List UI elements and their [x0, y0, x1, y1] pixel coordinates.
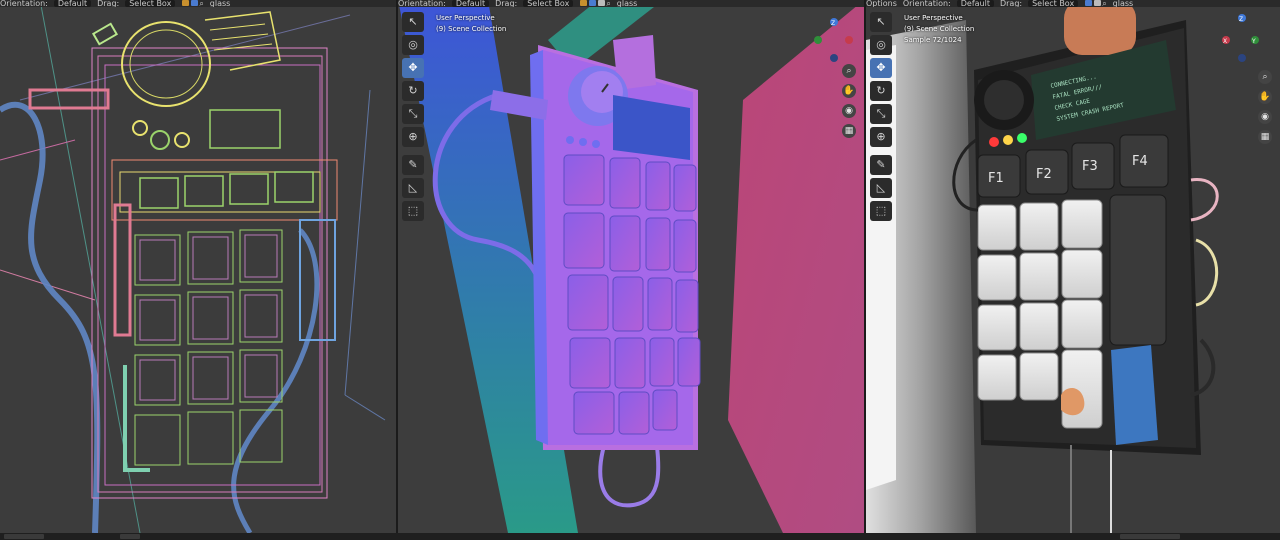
- add-cube-icon[interactable]: ⬚: [870, 201, 892, 221]
- select-cursor-icon[interactable]: ↖: [870, 12, 892, 32]
- gizmo-axis-label: Z: [831, 20, 835, 27]
- orientation-dropdown[interactable]: Default: [956, 0, 994, 7]
- search-icon: ⌕: [1102, 0, 1107, 7]
- camera-icon[interactable]: ◉: [1258, 110, 1272, 124]
- viewport-normals[interactable]: Z Orientation: Default Drag: Select Box ⌕ gla…: [398, 0, 864, 533]
- move-icon[interactable]: ✥: [870, 58, 892, 78]
- navigation-controls: ⌕ ✋ ◉ ▦: [1258, 70, 1272, 150]
- pan-hand-icon[interactable]: ✋: [1258, 90, 1272, 104]
- rotate-icon[interactable]: ↻: [870, 81, 892, 101]
- proportional-icon[interactable]: [598, 0, 606, 6]
- options-button[interactable]: Options: [866, 0, 897, 7]
- zoom-icon[interactable]: ⌕: [842, 64, 856, 78]
- perspective-label: User Perspective: [904, 14, 963, 22]
- drag-label: Drag:: [97, 0, 120, 7]
- zoom-icon[interactable]: ⌕: [1258, 70, 1272, 84]
- fkey-label: F1: [988, 171, 1004, 186]
- wireframe-scene: [0, 0, 396, 533]
- fkey-label: F4: [1132, 154, 1148, 169]
- snap-icon[interactable]: [589, 0, 597, 6]
- orientation-dropdown[interactable]: Default: [53, 0, 92, 7]
- rotate-icon[interactable]: ↻: [402, 81, 424, 101]
- viewport-header-left: Orientation: Default Drag: Select Box ⌕ glass: [0, 0, 396, 7]
- navigation-controls: ⌕ ✋ ◉ ▦: [842, 64, 856, 144]
- search-field[interactable]: glass: [1113, 0, 1134, 7]
- orientation-label: Orientation:: [902, 0, 951, 7]
- normals-scene: Z: [398, 0, 864, 533]
- camera-icon[interactable]: ◉: [842, 104, 856, 118]
- scale-icon[interactable]: ⤡: [870, 104, 892, 124]
- grid-icon[interactable]: ▦: [1258, 130, 1272, 144]
- measure-icon[interactable]: ◺: [870, 178, 892, 198]
- perspective-label: User Perspective: [436, 14, 495, 22]
- blender-window: Z Orientation: Default Drag: Select Box ⌕ gla…: [0, 0, 1280, 540]
- transform-icon[interactable]: ⊕: [402, 127, 424, 147]
- move-icon[interactable]: ✥: [402, 58, 424, 78]
- tool-shelf: ↖ ◎ ✥ ↻ ⤡ ⊕ ✎ ◺ ⬚: [402, 12, 424, 224]
- viewport-header: Orientation: Default Drag: Select Box ⌕ glass: [398, 0, 864, 7]
- drag-label: Drag:: [999, 0, 1023, 7]
- add-cube-icon[interactable]: ⬚: [402, 201, 424, 221]
- status-item: [1120, 534, 1180, 539]
- cursor-icon[interactable]: ◎: [870, 35, 892, 55]
- orientation-label: Orientation:: [398, 0, 446, 7]
- viewport-wireframe[interactable]: [0, 0, 396, 533]
- viewport-header: Options Orientation: Default Drag: Select Bo…: [866, 0, 1280, 7]
- search-field[interactable]: glass: [617, 0, 638, 7]
- search-icon: ⌕: [606, 0, 611, 7]
- drag-dropdown[interactable]: Select Box: [1028, 0, 1079, 7]
- viewport-info: User Perspective (9) Scene Collection: [436, 13, 506, 35]
- render-sample-label: Sample 72/1024: [904, 36, 962, 44]
- viewport-info: User Perspective (9) Scene Collection Sa…: [904, 13, 974, 46]
- drag-dropdown[interactable]: Select Box: [523, 0, 574, 7]
- drag-label: Drag:: [495, 0, 518, 7]
- cursor-icon[interactable]: ◎: [402, 35, 424, 55]
- annotate-icon[interactable]: ✎: [870, 155, 892, 175]
- snap-icon[interactable]: [191, 0, 199, 6]
- measure-icon[interactable]: ◺: [402, 178, 424, 198]
- scale-icon[interactable]: ⤡: [402, 104, 424, 124]
- transform-icon[interactable]: ⊕: [870, 127, 892, 147]
- gizmo-axis-label: Z: [1239, 16, 1243, 23]
- viewport-rendered[interactable]: CONNECTING... FATAL ERROR///CHECK CAGE SYS…: [866, 0, 1280, 533]
- gizmo-axis-label: X: [1223, 38, 1227, 45]
- collection-label: (9) Scene Collection: [904, 25, 975, 33]
- tool-shelf: ↖ ◎ ✥ ↻ ⤡ ⊕ ✎ ◺ ⬚: [870, 12, 892, 224]
- status-item: [120, 534, 140, 539]
- grid-icon[interactable]: ▦: [842, 124, 856, 138]
- pivot-icon[interactable]: [580, 0, 588, 6]
- rendered-scene: CONNECTING...FATAL ERROR///CHECK CAGESYS…: [866, 0, 1280, 533]
- select-cursor-icon[interactable]: ↖: [402, 12, 424, 32]
- snap-icon[interactable]: [1085, 0, 1093, 6]
- annotate-icon[interactable]: ✎: [402, 155, 424, 175]
- gizmo-axis-label: Y: [1251, 38, 1256, 45]
- fkey-label: F2: [1036, 167, 1052, 182]
- search-field[interactable]: glass: [210, 0, 231, 7]
- orientation-dropdown[interactable]: Default: [451, 0, 490, 7]
- search-icon: ⌕: [199, 0, 204, 7]
- orientation-label: Orientation:: [0, 0, 48, 7]
- fkey-label: F3: [1082, 159, 1098, 174]
- status-item: [4, 534, 44, 539]
- collection-label: (9) Scene Collection: [436, 25, 507, 33]
- drag-dropdown[interactable]: Select Box: [125, 0, 176, 7]
- pan-hand-icon[interactable]: ✋: [842, 84, 856, 98]
- pivot-icon[interactable]: [182, 0, 190, 6]
- status-bar: [0, 533, 1280, 540]
- proportional-icon[interactable]: [1094, 0, 1102, 6]
